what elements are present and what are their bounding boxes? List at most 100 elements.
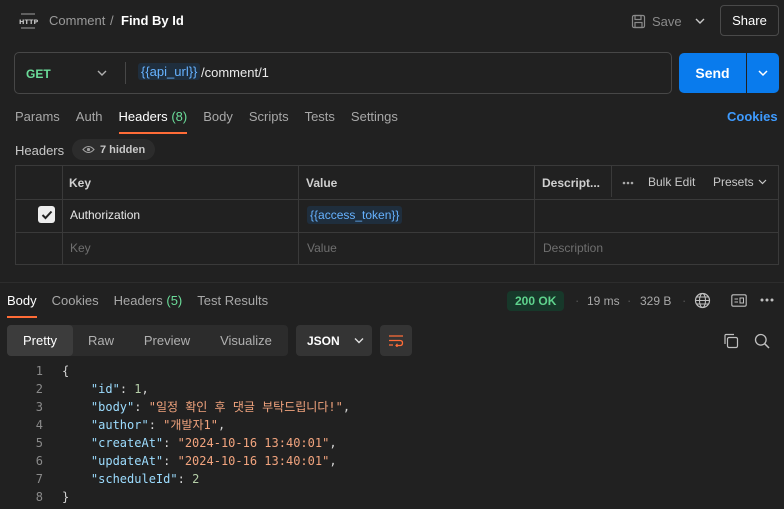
- copy-icon[interactable]: [723, 333, 739, 349]
- response-tab-headers[interactable]: Headers (5): [114, 293, 183, 318]
- header-value-cell[interactable]: {{access_token}}: [307, 206, 403, 224]
- send-button[interactable]: Send: [679, 53, 746, 93]
- tab-auth[interactable]: Auth: [76, 109, 103, 134]
- send-options-button[interactable]: [747, 53, 779, 93]
- view-mode-raw[interactable]: Raw: [73, 325, 129, 356]
- tab-body[interactable]: Body: [203, 109, 233, 134]
- tab-headers[interactable]: Headers (8): [118, 109, 188, 134]
- code-token: 1: [134, 382, 142, 396]
- response-body-code[interactable]: 1{2 "id": 1, 3 "body": "일정 확인 후 댓글 부탁드립니다…: [0, 362, 784, 506]
- code-token: "scheduleId": [90, 472, 178, 486]
- tab-params[interactable]: Params: [15, 109, 60, 134]
- code-token: "author": [90, 418, 149, 432]
- wrap-lines-button[interactable]: [380, 325, 412, 356]
- chevron-down-icon: [694, 17, 706, 25]
- response-size[interactable]: 329 B: [640, 294, 671, 308]
- code-token: "updateAt": [90, 454, 164, 468]
- line-number: 1: [35, 364, 43, 378]
- bulk-edit-button[interactable]: Bulk Edit: [648, 175, 695, 189]
- code-token: "개발자1": [163, 418, 218, 432]
- status-badge[interactable]: 200 OK: [507, 291, 565, 311]
- new-header-value-input[interactable]: Value: [307, 241, 337, 255]
- cookies-link[interactable]: Cookies: [727, 109, 778, 124]
- view-mode-visualize[interactable]: Visualize: [205, 325, 287, 356]
- method-select[interactable]: GET: [26, 67, 51, 81]
- tab-tests[interactable]: Tests: [305, 109, 335, 134]
- code-line: 5 "createAt": "2024-10-16 13:40:01",: [0, 434, 784, 452]
- tab-settings[interactable]: Settings: [351, 109, 398, 134]
- line-number: 3: [35, 400, 43, 414]
- save-icon: [631, 14, 646, 29]
- meta-dot: ·: [575, 293, 580, 308]
- line-number: 8: [35, 490, 43, 504]
- view-mode-pretty[interactable]: Pretty: [7, 325, 73, 356]
- checkmark-icon: [41, 210, 53, 220]
- column-divider: [298, 166, 299, 264]
- header-enabled-checkbox[interactable]: [38, 206, 55, 223]
- request-title[interactable]: Find By Id: [121, 13, 184, 28]
- row-divider: [16, 199, 778, 200]
- presets-label: Presets: [713, 175, 754, 189]
- code-token: :: [134, 400, 149, 414]
- share-button[interactable]: Share: [720, 5, 779, 36]
- url-divider: [125, 62, 126, 84]
- method-chevron-down-icon[interactable]: [96, 66, 108, 80]
- code-token: ,: [217, 418, 226, 432]
- response-time[interactable]: 19 ms: [587, 294, 620, 308]
- code-token: "id": [90, 382, 120, 396]
- code-line: 2 "id": 1,: [0, 380, 784, 398]
- response-tabs: Body Cookies Headers (5) Test Results: [7, 293, 283, 318]
- url-variable[interactable]: {{api_url}}: [138, 63, 201, 80]
- line-content: "scheduleId": 2: [62, 470, 199, 488]
- response-tab-test-results[interactable]: Test Results: [197, 293, 268, 318]
- new-header-key-input[interactable]: Key: [70, 241, 91, 255]
- response-divider[interactable]: [0, 282, 784, 283]
- save-label: Save: [652, 13, 682, 29]
- http-request-icon: HTTP: [18, 12, 38, 30]
- code-token: 2: [192, 472, 200, 486]
- code-line: 4 "author": "개발자1",: [0, 416, 784, 434]
- save-button[interactable]: Save: [631, 8, 682, 34]
- tab-scripts[interactable]: Scripts: [249, 109, 289, 134]
- more-options-icon[interactable]: [622, 181, 634, 185]
- headers-table: Key Value Descript... Bulk Edit Presets …: [15, 165, 779, 265]
- search-icon[interactable]: [754, 333, 770, 349]
- code-token: "createAt": [90, 436, 164, 450]
- code-token: "2024-10-16 13:40:01": [177, 436, 330, 450]
- code-token: "2024-10-16 13:40:01": [177, 454, 330, 468]
- column-divider: [611, 166, 612, 197]
- line-content: "createAt": "2024-10-16 13:40:01",: [62, 434, 337, 452]
- breadcrumb-separator: /: [110, 13, 114, 28]
- code-token: "body": [90, 400, 135, 414]
- more-options-icon[interactable]: [760, 298, 774, 302]
- hidden-headers-toggle[interactable]: 7 hidden: [72, 139, 156, 160]
- header-key-cell[interactable]: Authorization: [70, 208, 140, 222]
- save-response-icon[interactable]: [731, 294, 747, 307]
- headers-count: (8): [171, 109, 188, 124]
- new-header-description-input[interactable]: Description: [543, 241, 603, 255]
- code-token: :: [163, 454, 178, 468]
- code-token: {: [62, 364, 70, 378]
- url-bar[interactable]: [14, 52, 672, 94]
- response-tab-body[interactable]: Body: [7, 293, 37, 318]
- chevron-down-icon: [354, 337, 364, 344]
- breadcrumb-collection[interactable]: Comment: [49, 13, 105, 28]
- code-token: ,: [329, 436, 337, 450]
- presets-dropdown[interactable]: Presets: [713, 175, 767, 189]
- line-number: 2: [35, 382, 43, 396]
- code-line: 3 "body": "일정 확인 후 댓글 부탁드립니다!",: [0, 398, 784, 416]
- format-select[interactable]: JSON: [296, 325, 372, 356]
- view-mode-preview[interactable]: Preview: [129, 325, 205, 356]
- code-token: ,: [141, 382, 149, 396]
- response-tab-cookies[interactable]: Cookies: [52, 293, 99, 318]
- code-line: 8}: [0, 488, 784, 506]
- code-token: :: [119, 382, 135, 396]
- code-token: ,: [342, 400, 351, 414]
- globe-icon[interactable]: [694, 292, 711, 309]
- url-path-input[interactable]: /comment/1: [201, 65, 269, 80]
- save-options-button[interactable]: [690, 10, 710, 32]
